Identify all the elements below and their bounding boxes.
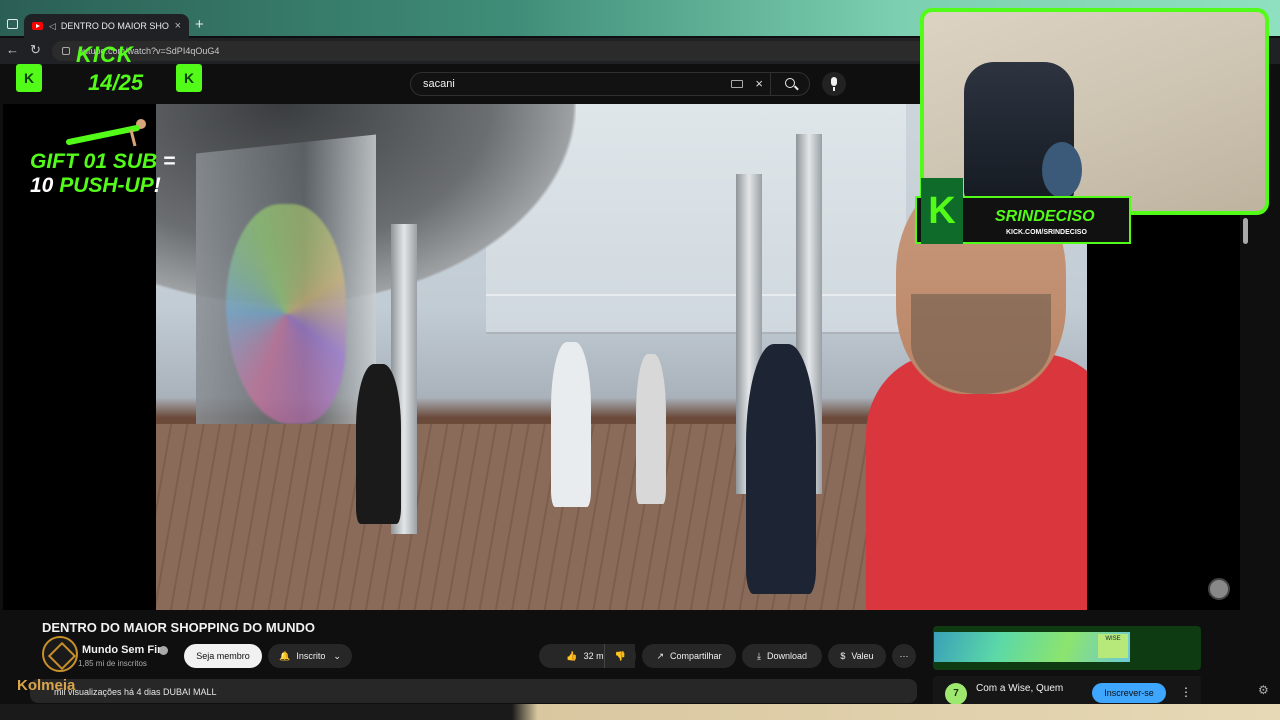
search-icon[interactable] (785, 78, 795, 88)
gift-sub-pushup-text: GIFT 01 SUB = 10 PUSH-UP! (30, 150, 175, 198)
download-button[interactable]: ⤓ Download (742, 644, 822, 668)
verified-icon (159, 646, 168, 655)
share-button[interactable]: ↗ Compartilhar (642, 644, 736, 668)
sidebar-ad-banner[interactable]: WISE (933, 626, 1201, 670)
pushup-figure-icon (66, 119, 146, 147)
webcam-streamer (1042, 142, 1082, 198)
browser-tab[interactable]: ◁ DENTRO DO MAIOR SHOPP × (24, 14, 189, 38)
kolmeia-watermark: Kolmeia (17, 677, 76, 694)
window-menu-icon[interactable] (7, 19, 18, 29)
keyboard-icon[interactable] (731, 80, 743, 88)
video-person (551, 342, 591, 507)
new-tab-button[interactable]: + (195, 16, 204, 33)
youtube-favicon-icon (32, 22, 43, 30)
clear-search-icon[interactable]: × (755, 76, 763, 91)
dislike-button[interactable]: 👎 (604, 644, 636, 668)
gear-icon[interactable]: ⚙ (1258, 683, 1269, 697)
chevron-down-icon: ⌄ (333, 650, 341, 661)
thanks-button[interactable]: $ Valeu (828, 644, 886, 668)
gift-line2-bang: ! (153, 174, 161, 197)
streamer-url: KICK.COM/SRINDECISO (1006, 229, 1087, 236)
thumbs-up-icon: 👍 (566, 650, 578, 661)
webcam-overlay (920, 8, 1269, 215)
share-label: Compartilhar (670, 651, 722, 661)
channel-name[interactable]: Mundo Sem Fim (82, 644, 167, 656)
channel-avatar[interactable] (42, 636, 78, 672)
bell-icon: 🔔 (279, 650, 291, 661)
video-host-beard (911, 294, 1051, 394)
more-actions-button[interactable]: ··· (892, 644, 916, 668)
subscribed-label: Inscrito (296, 651, 326, 661)
ad-brand-tag: WISE (1098, 634, 1128, 658)
thanks-icon: $ (840, 651, 846, 661)
sub-goal-counter: 14/25 (88, 70, 144, 95)
ad-subscribe-button[interactable]: Inscrever-se (1092, 683, 1166, 703)
tab-title: DENTRO DO MAIOR SHOPP (60, 21, 169, 31)
search-input[interactable]: sacani (423, 78, 455, 90)
subscriber-count: 1,85 mi de inscritos (78, 659, 147, 668)
gift-line1-equals: = (157, 150, 176, 173)
video-description-box[interactable]: mil visualizações há 4 dias DUBAI MALL (30, 679, 917, 703)
video-person (356, 364, 401, 524)
video-title: DENTRO DO MAIOR SHOPPING DO MUNDO (42, 620, 316, 635)
join-button[interactable]: Seja membro (184, 644, 262, 668)
scrollbar-thumb[interactable] (1243, 218, 1248, 244)
thumbs-down-icon: 👎 (614, 650, 627, 661)
tab-close-icon[interactable]: × (175, 20, 181, 32)
ad-text[interactable]: Com a Wise, Quem (976, 683, 1063, 694)
gift-box-icon: K (176, 64, 202, 92)
download-label: Download (766, 651, 807, 661)
gift-box-icon: K (16, 64, 42, 92)
ad-more-icon[interactable]: ⋮ (1180, 685, 1192, 699)
lock-icon[interactable] (62, 47, 70, 55)
share-icon: ↗ (656, 650, 664, 661)
gift-line1: GIFT 01 SUB (30, 150, 158, 173)
sticker-icon (1208, 578, 1230, 600)
search-box[interactable]: sacani × (410, 72, 810, 96)
desktop-background-strip (0, 704, 1280, 720)
search-divider (770, 73, 771, 95)
streamer-name: SRINDECISO (995, 208, 1095, 225)
video-meta: mil visualizações há 4 dias DUBAI MALL (54, 687, 217, 697)
subscribed-button[interactable]: 🔔 Inscrito ⌄ (268, 644, 352, 668)
back-arrow-icon[interactable]: ← (6, 42, 19, 57)
kick-logo: KICK (76, 42, 134, 67)
reload-icon[interactable]: ↻ (30, 42, 41, 58)
speaker-icon[interactable]: ◁ (49, 21, 56, 32)
kick-k-icon: K (921, 178, 963, 244)
thanks-label: Valeu (851, 651, 874, 661)
screen: { "browser": { "tab_title": "DENTRO DO M… (0, 0, 1280, 720)
streamer-nameplate: K SRINDECISO KICK.COM/SRINDECISO (915, 178, 1131, 244)
microphone-icon[interactable] (822, 72, 846, 96)
gift-line2-pushup: PUSH-UP (59, 174, 154, 197)
video-person (636, 354, 666, 504)
ad-advertiser-logo[interactable]: 7 (945, 683, 967, 705)
download-icon: ⤓ (756, 650, 761, 661)
url-field[interactable]: outube.com/watch?v=SdPI4qOuG4 (52, 41, 932, 61)
gift-line2-count: 10 (30, 174, 60, 197)
video-person (746, 344, 816, 594)
